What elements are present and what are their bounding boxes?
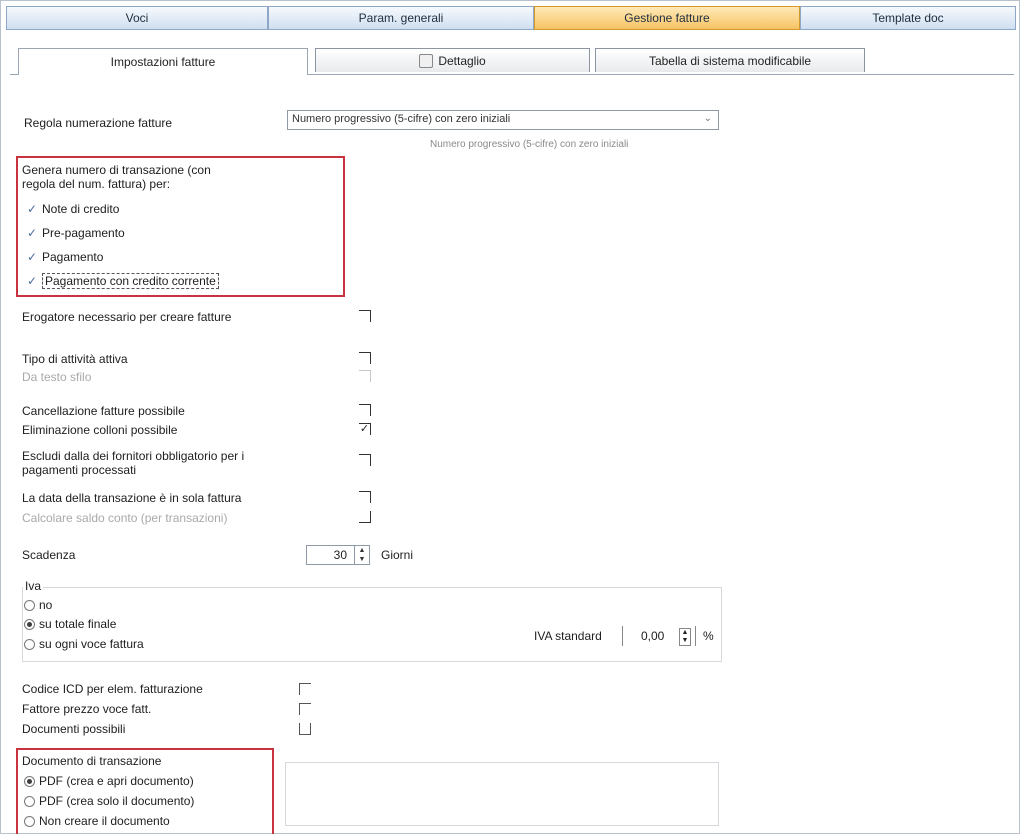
checkbox-label: Note di credito	[42, 202, 120, 216]
option-testo-sfilo-label: Da testo sfilo	[22, 370, 92, 384]
checkbox-label: Pre-pagamento	[42, 226, 125, 240]
document-preview-area[interactable]	[285, 762, 719, 826]
tab-param-generali[interactable]: Param. generali	[268, 6, 534, 30]
option-saldo-checkbox	[359, 511, 371, 523]
tab-voci[interactable]: Voci	[6, 6, 268, 30]
tab-dettaglio[interactable]: Dettaglio	[315, 48, 590, 72]
sub-tab-bar: Impostazioni fatture Dettaglio Tabella d…	[10, 48, 1014, 75]
option-tipo-attivita-label: Tipo di attività attiva	[22, 352, 128, 366]
iva-standard-unit: %	[703, 629, 714, 643]
option-escludi-checkbox[interactable]	[359, 454, 371, 466]
option-erogatore-checkbox[interactable]	[359, 310, 371, 322]
divider	[695, 626, 696, 646]
radio-selected-icon	[24, 775, 35, 787]
option-saldo-label: Calcolare saldo conto (per transazioni)	[22, 511, 228, 525]
spinner-arrows-icon[interactable]: ▲ ▼	[354, 546, 369, 564]
checkbox-pagamento[interactable]: ✓ Pagamento	[27, 250, 103, 264]
option-erogatore-label: Erogatore necessario per creare fatture	[22, 310, 232, 324]
option-escludi-label-1: Escludi dalla dei fornitori obbligatorio…	[22, 449, 245, 463]
option-escludi-label-2: pagamenti processati	[22, 463, 137, 477]
due-stepper[interactable]: 30 ▲ ▼	[306, 545, 370, 565]
radio-icon	[24, 599, 35, 611]
option-tipo-attivita-checkbox[interactable]	[359, 352, 371, 364]
checkbox-pagamento-credito[interactable]: ✓ Pagamento con credito corrente	[27, 273, 219, 289]
iva-standard-value: 0,00	[641, 629, 665, 643]
radio-label: Non creare il documento	[39, 814, 170, 828]
radio-label: su ogni voce fattura	[39, 637, 144, 651]
checkbox-label: Pagamento	[42, 250, 104, 264]
check-icon: ✓	[27, 226, 38, 240]
option-testo-sfilo-checkbox	[359, 370, 371, 382]
documenti-possibili-label: Documenti possibili	[22, 722, 126, 736]
due-value: 30	[333, 548, 347, 562]
checkbox-pre-pagamento[interactable]: ✓ Pre-pagamento	[27, 226, 125, 240]
tab-dettaglio-label: Dettaglio	[438, 53, 486, 68]
icd-checkbox[interactable]	[299, 683, 311, 695]
radio-label: PDF (crea e apri documento)	[39, 774, 194, 788]
option-data-transazione-checkbox[interactable]	[359, 491, 371, 503]
check-icon: ✓	[27, 274, 38, 288]
tab-gestione-fatture[interactable]: Gestione fatture	[534, 6, 800, 30]
option-cancellazione-label: Cancellazione fatture possibile	[22, 404, 185, 418]
documenti-possibili-checkbox[interactable]	[299, 723, 311, 735]
checkbox-note-credito[interactable]: ✓ Note di credito	[27, 202, 119, 216]
tab-tabella-sistema[interactable]: Tabella di sistema modificabile	[595, 48, 865, 72]
iva-standard-label: IVA standard	[534, 629, 602, 643]
tab-impostazioni-fatture[interactable]: Impostazioni fatture	[18, 48, 308, 75]
iva-standard-field[interactable]: 0,00 ▲ ▼ %	[622, 626, 714, 646]
option-cancellazione-checkbox[interactable]	[359, 404, 371, 416]
icd-label: Codice ICD per elem. fatturazione	[22, 682, 203, 696]
numbering-value: Numero progressivo (5-cifre) con zero in…	[292, 113, 511, 125]
radio-pdf-apri[interactable]: PDF (crea e apri documento)	[24, 774, 194, 788]
transaction-title-2: regola del num. fattura) per:	[22, 177, 171, 191]
radio-label: su totale finale	[39, 617, 117, 631]
option-eliminazione-checkbox[interactable]: ✓	[359, 423, 371, 435]
numbering-label: Regola numerazione fatture	[24, 116, 173, 130]
radio-non-creare[interactable]: Non creare il documento	[24, 814, 170, 828]
iva-group-title: Iva	[23, 579, 44, 593]
top-tab-bar: Voci Param. generali Gestione fatture Te…	[6, 6, 1016, 32]
fattore-prezzo-checkbox[interactable]	[299, 703, 311, 715]
check-icon: ✓	[27, 250, 38, 264]
radio-iva-totale[interactable]: su totale finale	[24, 617, 116, 631]
radio-icon	[24, 638, 35, 650]
radio-iva-no[interactable]: no	[24, 598, 52, 612]
due-label: Scadenza	[22, 548, 76, 562]
radio-selected-icon	[24, 618, 35, 630]
fattore-prezzo-label: Fattore prezzo voce fatt.	[22, 702, 152, 716]
option-data-transazione-label: La data della transazione è in sola fatt…	[22, 491, 242, 505]
document-group-title: Documento di transazione	[22, 754, 162, 768]
transaction-title-1: Genera numero di transazione (con	[22, 163, 211, 177]
radio-iva-voce[interactable]: su ogni voce fattura	[24, 637, 144, 651]
checkbox-label: Pagamento con credito corrente	[42, 273, 219, 289]
radio-icon	[24, 815, 35, 827]
due-unit: Giorni	[381, 548, 414, 562]
radio-label: no	[39, 598, 53, 612]
spinner-arrows-icon[interactable]: ▲ ▼	[679, 628, 691, 646]
radio-label: PDF (crea solo il documento)	[39, 794, 195, 808]
numbering-hint: Numero progressivo (5-cifre) con zero in…	[430, 139, 629, 150]
chevron-down-icon[interactable]: ⌄	[704, 113, 712, 124]
numbering-select[interactable]: Numero progressivo (5-cifre) con zero in…	[287, 110, 719, 130]
radio-icon	[24, 795, 35, 807]
option-eliminazione-label: Eliminazione colloni possibile	[22, 423, 178, 437]
radio-pdf-crea[interactable]: PDF (crea solo il documento)	[24, 794, 194, 808]
check-icon: ✓	[27, 202, 38, 216]
detail-icon	[419, 53, 434, 68]
tab-template-doc[interactable]: Template doc	[800, 6, 1016, 30]
group-divider	[43, 587, 721, 588]
